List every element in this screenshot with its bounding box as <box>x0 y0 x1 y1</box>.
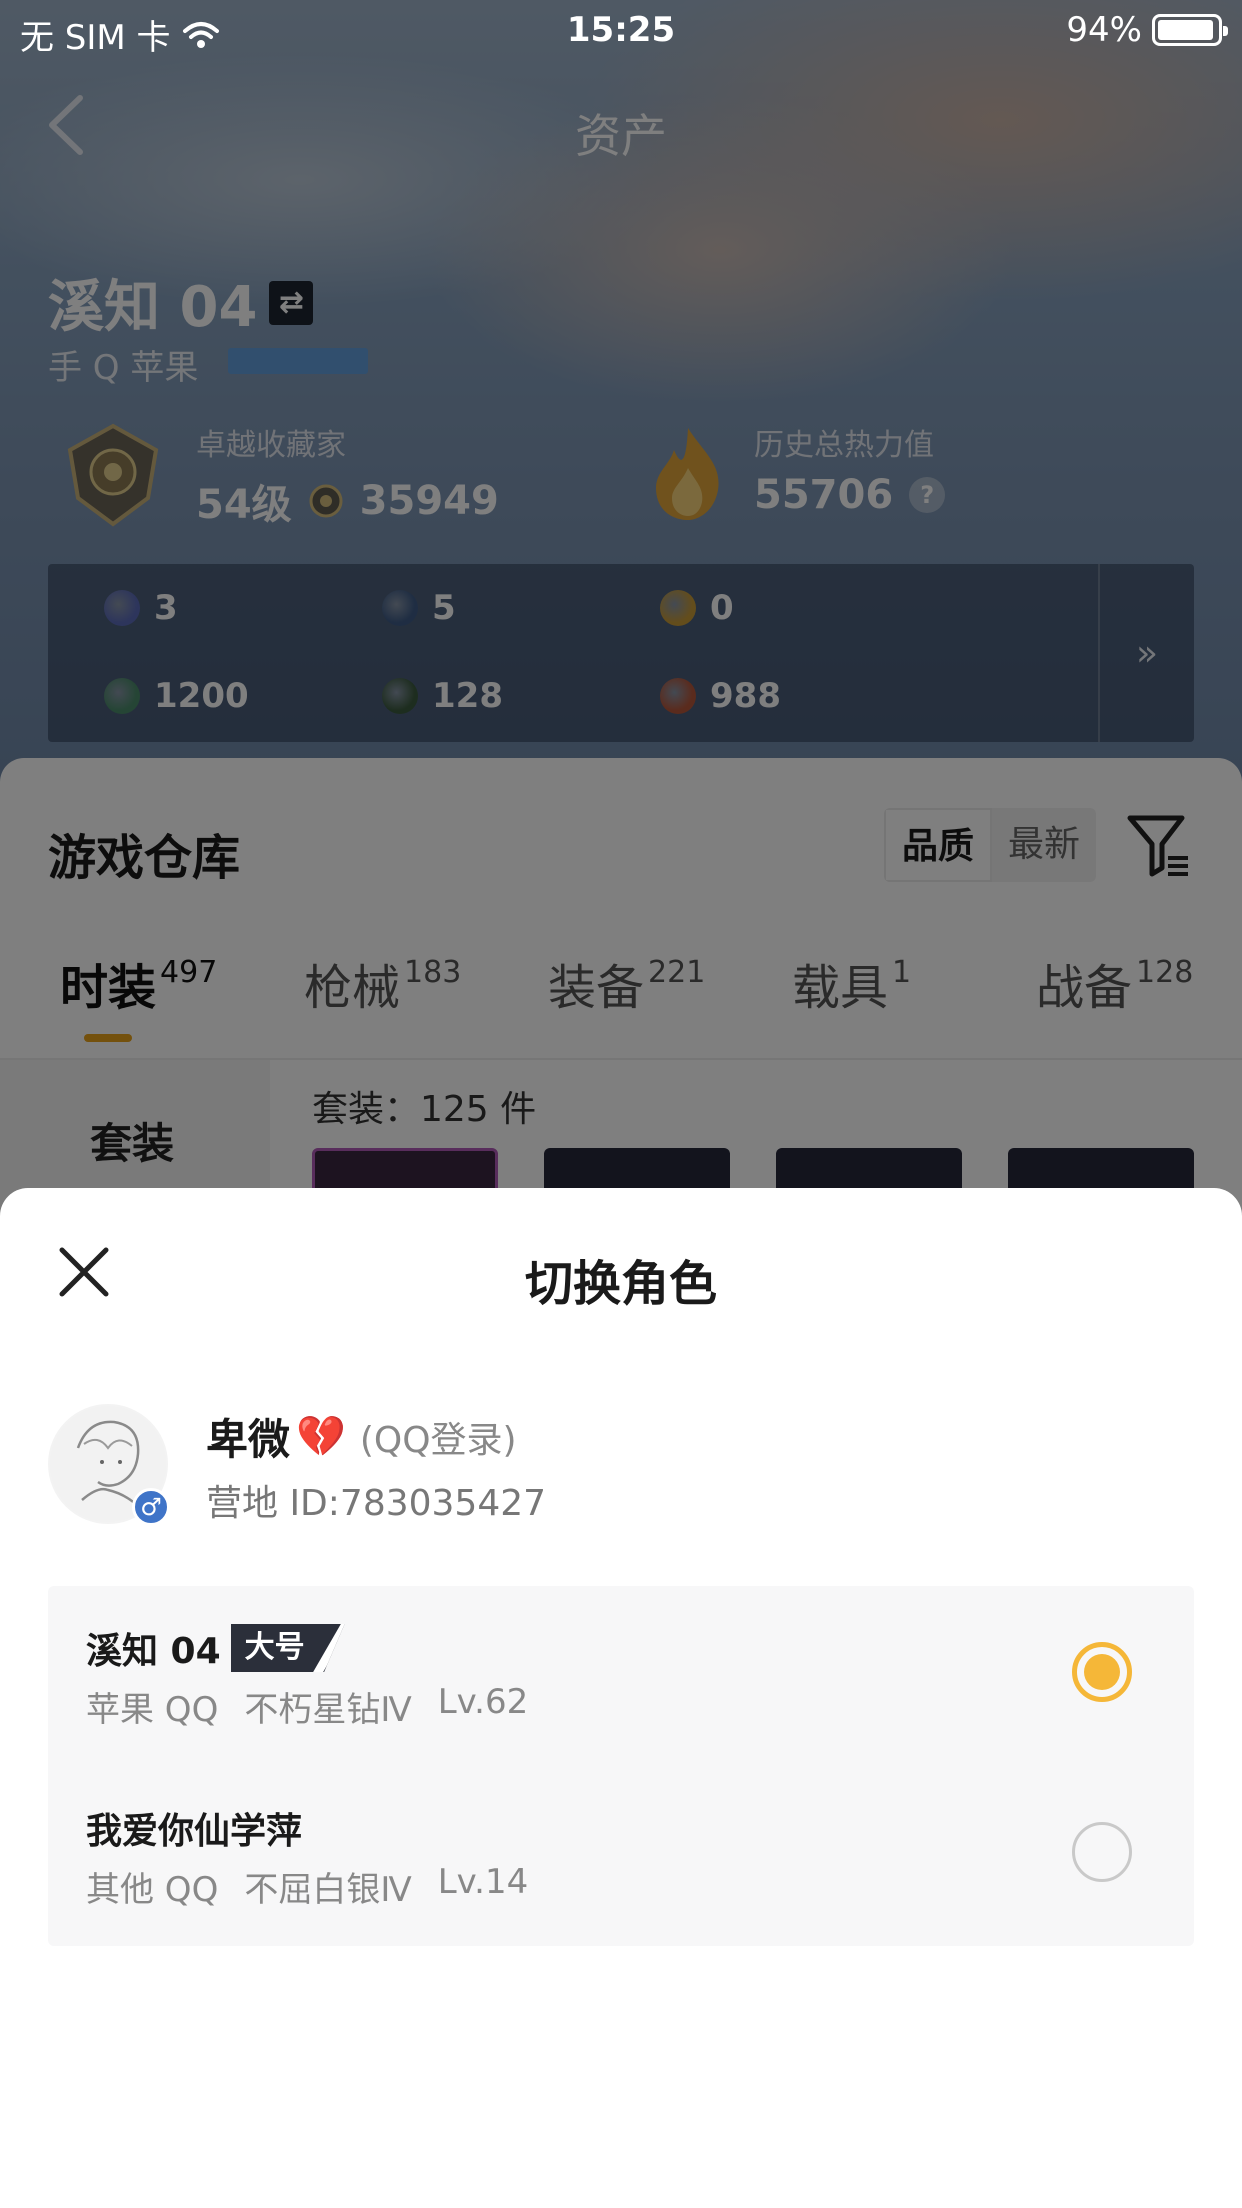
role-option-name: 溪知 04 <box>86 1631 221 1672</box>
role-option-details: 苹果 QQ 不朽星钻Ⅳ Lv.62 <box>86 1682 528 1731</box>
role-rank: 不屈白银Ⅳ <box>244 1870 412 1910</box>
switch-role-sheet: 切换角色 ♂ 卑微 💔 (QQ登录) 营地 ID:783035427 溪知 04… <box>0 1188 1242 2208</box>
user-info: 卑微 💔 (QQ登录) <box>206 1406 517 1467</box>
main-account-tag: 大号 <box>230 1624 345 1672</box>
camp-id: 营地 ID:783035427 <box>206 1483 547 1524</box>
role-level: Lv.14 <box>437 1862 529 1902</box>
user-name: 卑微 <box>206 1415 291 1464</box>
role-platform: 苹果 QQ <box>86 1690 219 1730</box>
role-list: 溪知 04 大号 苹果 QQ 不朽星钻Ⅳ Lv.62 我爱你仙学萍 其他 QQ … <box>48 1586 1194 1946</box>
role-option[interactable]: 溪知 04 大号 苹果 QQ 不朽星钻Ⅳ Lv.62 <box>48 1586 1194 1766</box>
tag-stripe <box>312 1624 345 1672</box>
radio-selected[interactable] <box>1072 1642 1132 1702</box>
avatar: ♂ <box>48 1404 170 1526</box>
role-option[interactable]: 我爱你仙学萍 其他 QQ 不屈白银Ⅳ Lv.14 <box>48 1766 1194 1946</box>
status-bar: 无 SIM 卡 15:25 94% <box>0 0 1242 62</box>
radio-dot <box>1084 1654 1120 1690</box>
role-option-name: 我爱你仙学萍 <box>86 1811 303 1852</box>
role-option-details: 其他 QQ 不屈白银Ⅳ Lv.14 <box>86 1862 528 1911</box>
battery-level-fill <box>1158 20 1213 40</box>
male-icon: ♂ <box>132 1488 170 1526</box>
battery-percent: 94% <box>1066 10 1142 50</box>
clock: 15:25 <box>566 10 676 50</box>
broken-heart-icon: 💔 <box>296 1414 346 1460</box>
role-rank: 不朽星钻Ⅳ <box>244 1690 412 1730</box>
login-type: (QQ登录) <box>359 1419 517 1461</box>
role-level: Lv.62 <box>437 1682 529 1722</box>
modal-title: 切换角色 <box>524 1256 717 1312</box>
role-platform: 其他 QQ <box>86 1870 219 1910</box>
radio-unselected[interactable] <box>1072 1822 1132 1882</box>
tag-label: 大号 <box>244 1630 305 1665</box>
battery-icon <box>1152 14 1228 46</box>
